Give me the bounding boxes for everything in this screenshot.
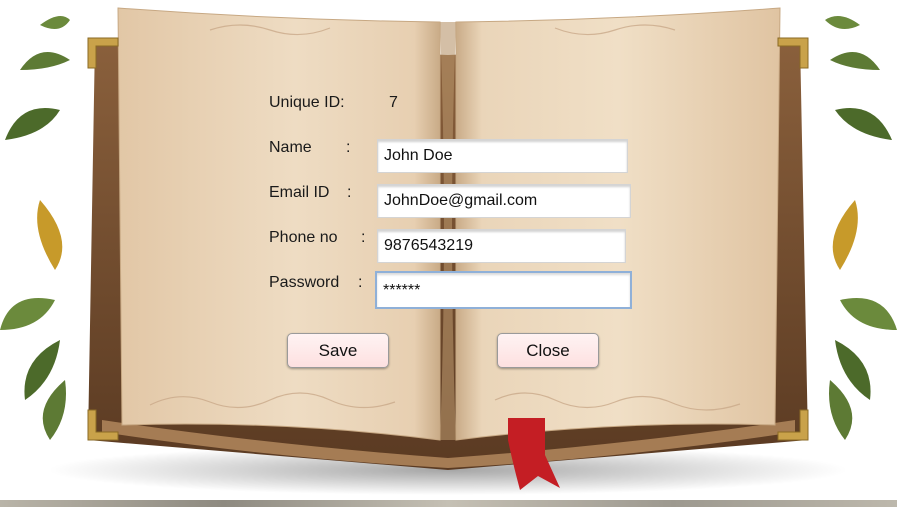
password-colon: : <box>358 274 363 291</box>
unique-id-label: Unique ID: <box>269 94 345 111</box>
left-page <box>117 7 441 441</box>
leaves-right-decoration <box>825 16 897 440</box>
email-field[interactable]: JohnDoe@gmail.com <box>377 184 631 218</box>
save-button[interactable]: Save <box>287 333 389 368</box>
password-label: Password <box>269 274 340 291</box>
right-page <box>455 7 781 441</box>
phone-label: Phone no <box>269 229 338 246</box>
password-field[interactable]: ****** <box>375 271 632 309</box>
unique-id-value: 7 <box>389 94 398 111</box>
name-colon: : <box>346 139 351 156</box>
email-colon: : <box>347 184 352 201</box>
phone-colon: : <box>361 229 366 246</box>
leaves-left-decoration <box>0 16 70 440</box>
bottom-strip <box>0 500 897 507</box>
close-button[interactable]: Close <box>497 333 599 368</box>
email-label: Email ID <box>269 184 330 201</box>
name-field[interactable]: John Doe <box>377 139 628 173</box>
name-label: Name <box>269 139 312 156</box>
phone-field[interactable]: 9876543219 <box>377 229 626 263</box>
